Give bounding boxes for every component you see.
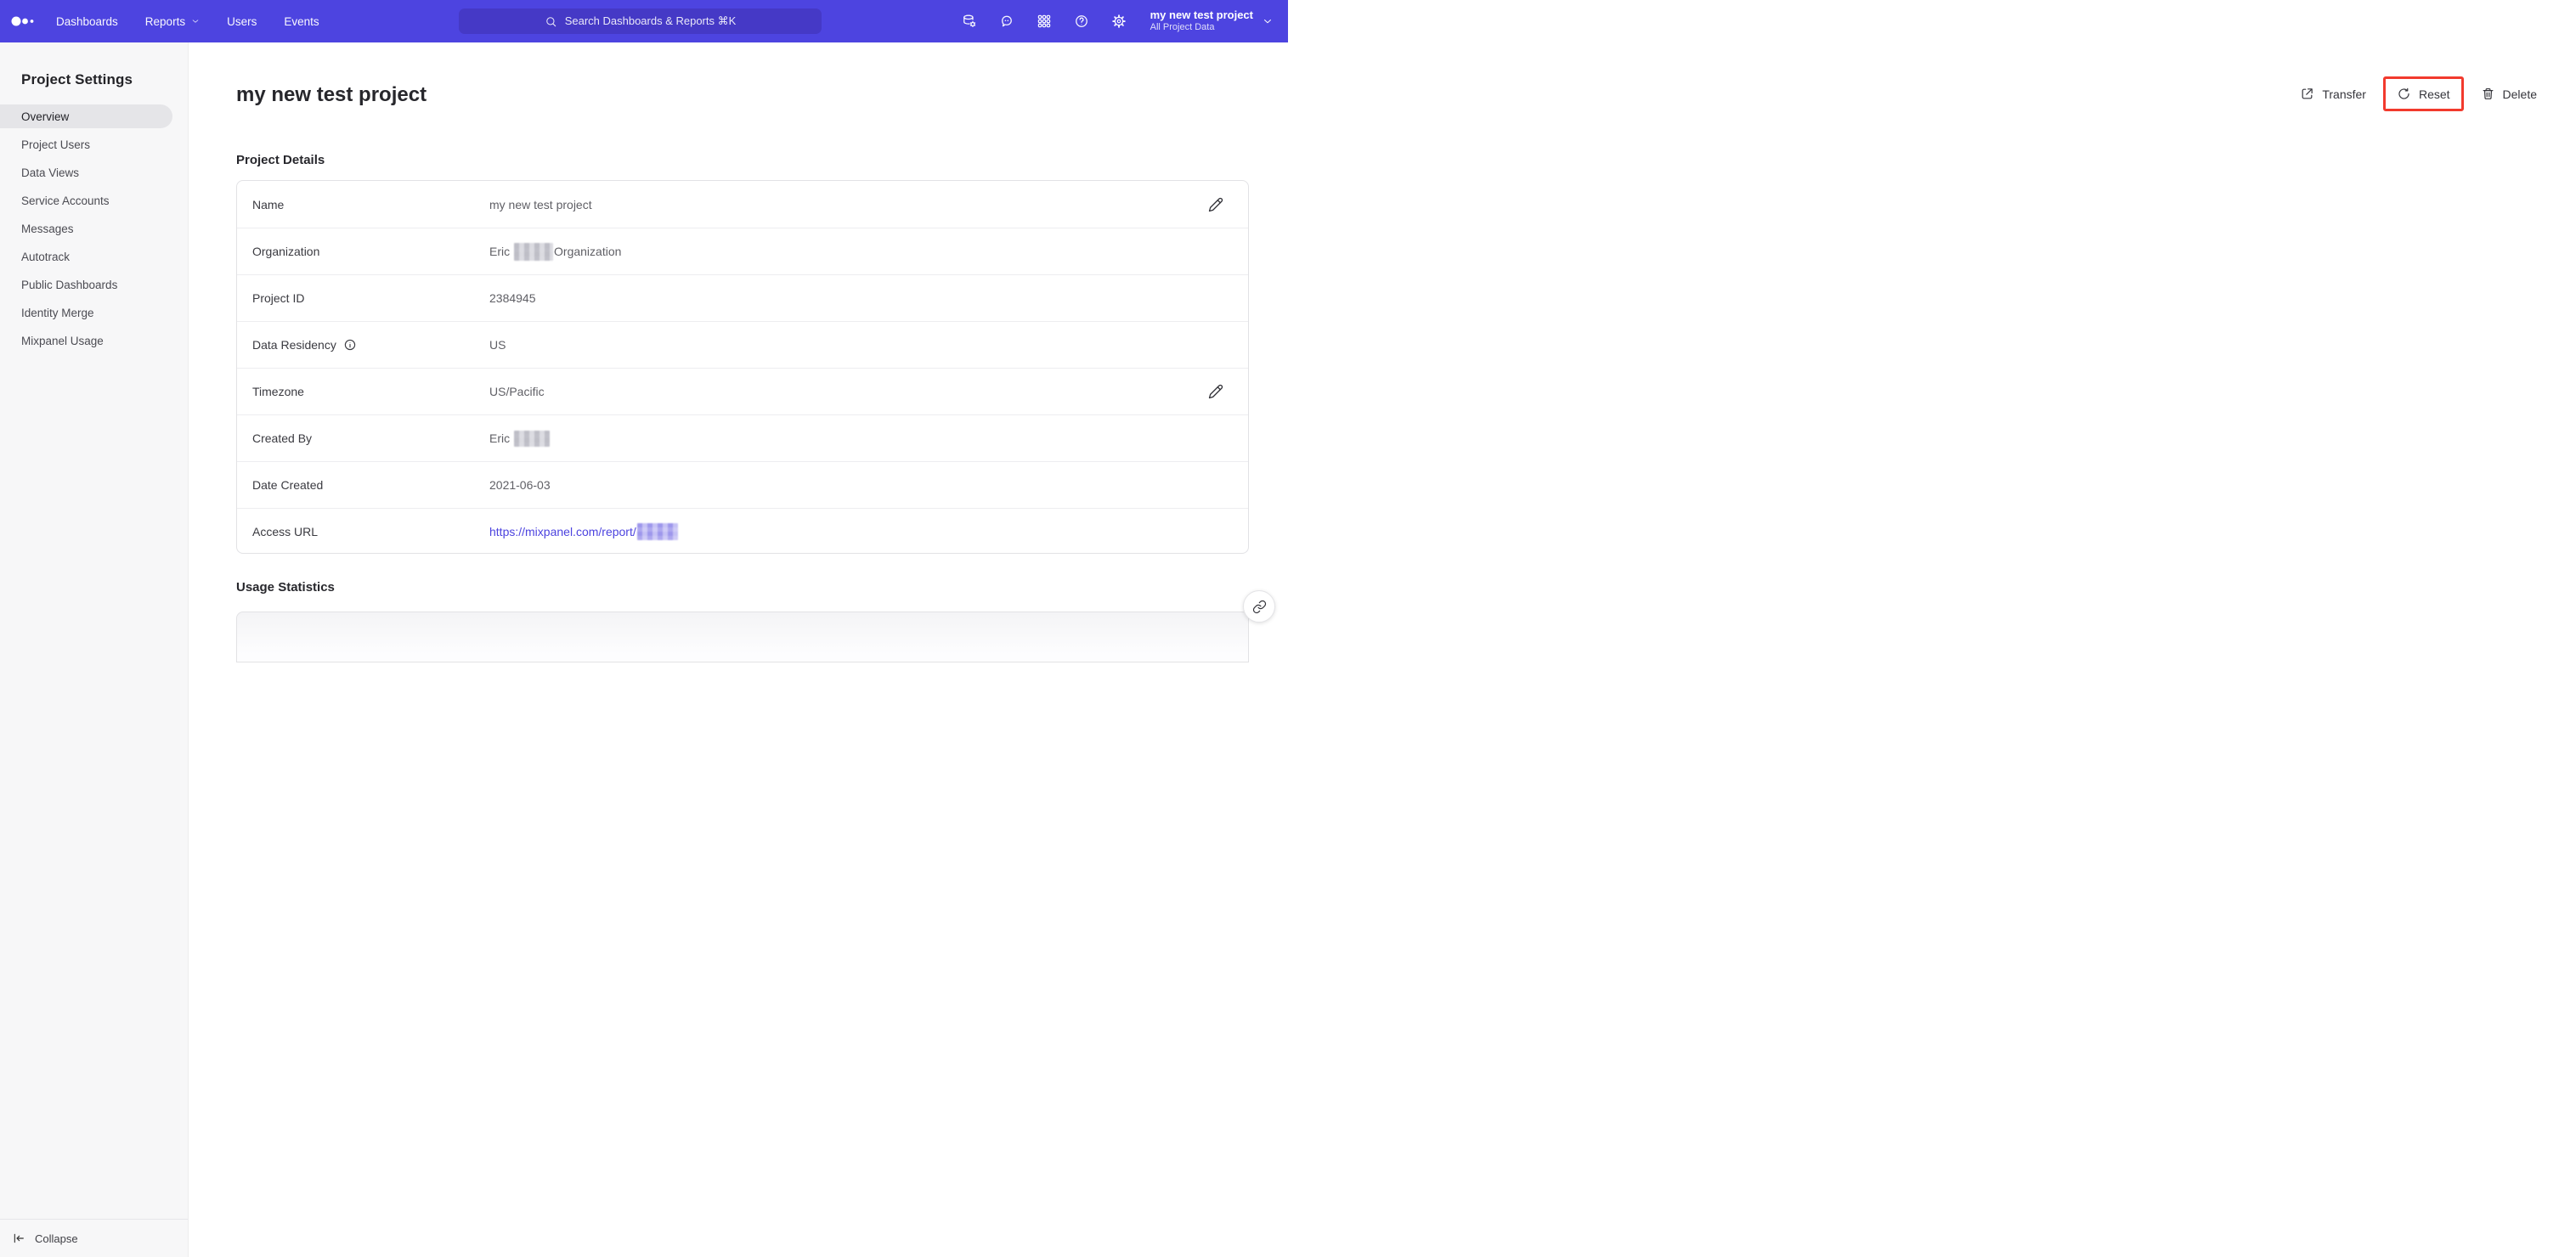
row-value: 2384945 bbox=[489, 291, 536, 305]
search-placeholder: Search Dashboards & Reports ⌘K bbox=[564, 14, 737, 27]
row-value: https://mixpanel.com/report/ bbox=[489, 523, 1223, 540]
redacted-text bbox=[514, 242, 554, 261]
table-row: Name my new test project bbox=[237, 181, 1248, 228]
data-management-icon[interactable] bbox=[962, 14, 977, 29]
page-title: my new test project bbox=[236, 83, 427, 106]
sidebar-item-service-accounts[interactable]: Service Accounts bbox=[0, 187, 188, 215]
top-navigation: Dashboards Reports Users Events bbox=[56, 15, 319, 28]
table-row: Access URL https://mixpanel.com/report/ bbox=[237, 508, 1248, 555]
row-value: my new test project bbox=[489, 197, 592, 211]
row-value: Eric Organization bbox=[489, 242, 1223, 261]
chevron-down-icon bbox=[192, 20, 199, 23]
row-value: Eric bbox=[489, 430, 1223, 447]
row-value: 2021-06-03 bbox=[489, 478, 551, 492]
sidebar-item-data-views[interactable]: Data Views bbox=[0, 159, 188, 187]
sidebar-item-identity-merge[interactable]: Identity Merge bbox=[0, 299, 188, 327]
sidebar-item-public-dashboards[interactable]: Public Dashboards bbox=[0, 271, 188, 299]
sidebar-item-project-users[interactable]: Project Users bbox=[0, 131, 188, 159]
feedback-message-icon[interactable] bbox=[999, 14, 1014, 29]
link-icon bbox=[1252, 600, 1266, 613]
trash-icon bbox=[2483, 87, 2493, 99]
info-icon[interactable] bbox=[343, 338, 357, 352]
settings-gear-icon[interactable] bbox=[1111, 14, 1127, 29]
edit-icon[interactable] bbox=[1208, 197, 1223, 212]
search-input[interactable]: Search Dashboards & Reports ⌘K bbox=[459, 8, 822, 34]
table-row: Date Created 2021-06-03 bbox=[237, 461, 1248, 508]
mixpanel-dots-logo[interactable] bbox=[10, 11, 41, 31]
nav-dashboards[interactable]: Dashboards bbox=[56, 15, 118, 28]
collapse-left-icon bbox=[14, 1233, 24, 1243]
table-row: Project ID 2384945 bbox=[237, 274, 1248, 321]
project-selector[interactable]: my new test project All Project Data bbox=[1150, 8, 1274, 34]
edit-icon[interactable] bbox=[1208, 384, 1223, 399]
section-heading-usage-statistics: Usage Statistics bbox=[236, 580, 335, 595]
sidebar-item-overview[interactable]: Overview bbox=[0, 104, 172, 128]
access-url-link[interactable]: https://mixpanel.com/report/ bbox=[489, 525, 636, 538]
project-actions: Transfer Reset Delete bbox=[2300, 76, 2537, 111]
settings-sidebar: Project Settings Overview Project Users … bbox=[0, 42, 189, 1257]
sidebar-title: Project Settings bbox=[21, 71, 133, 87]
nav-reports[interactable]: Reports bbox=[145, 15, 200, 28]
reset-icon bbox=[2398, 87, 2409, 99]
topbar: Dashboards Reports Users Events Search D… bbox=[0, 0, 1288, 42]
delete-button[interactable]: Delete bbox=[2481, 87, 2537, 101]
search-icon bbox=[545, 16, 556, 26]
current-project-name: my new test project bbox=[1150, 8, 1253, 21]
row-value: US/Pacific bbox=[489, 385, 545, 398]
nav-events[interactable]: Events bbox=[284, 15, 319, 28]
current-data-view: All Project Data bbox=[1150, 22, 1215, 33]
sidebar-item-messages[interactable]: Messages bbox=[0, 215, 188, 243]
apps-grid-icon[interactable] bbox=[1037, 14, 1052, 29]
sidebar-collapse-button[interactable]: Collapse bbox=[0, 1219, 188, 1257]
sidebar-item-mixpanel-usage[interactable]: Mixpanel Usage bbox=[0, 327, 188, 355]
section-heading-project-details: Project Details bbox=[236, 153, 325, 167]
chevron-down-icon bbox=[1264, 20, 1271, 24]
table-row: Organization Eric Organization bbox=[237, 228, 1248, 274]
table-row: Data Residency US bbox=[237, 321, 1248, 368]
copy-link-button[interactable] bbox=[1243, 590, 1275, 623]
reset-highlight-box: Reset bbox=[2382, 76, 2464, 111]
table-row: Timezone US/Pacific bbox=[237, 368, 1248, 414]
transfer-icon bbox=[2302, 88, 2313, 99]
help-icon[interactable] bbox=[1074, 14, 1089, 29]
row-value: US bbox=[489, 338, 506, 352]
sidebar-item-autotrack[interactable]: Autotrack bbox=[0, 243, 188, 271]
redacted-text bbox=[514, 430, 551, 447]
project-details-card: Name my new test project Organization Er… bbox=[236, 180, 1249, 554]
nav-users[interactable]: Users bbox=[227, 15, 257, 28]
table-row: Created By Eric bbox=[237, 414, 1248, 461]
topbar-right: my new test project All Project Data bbox=[962, 0, 1274, 42]
usage-statistics-card bbox=[236, 612, 1249, 662]
transfer-button[interactable]: Transfer bbox=[2300, 87, 2366, 101]
redacted-text bbox=[636, 523, 678, 540]
reset-button[interactable]: Reset bbox=[2397, 87, 2450, 101]
